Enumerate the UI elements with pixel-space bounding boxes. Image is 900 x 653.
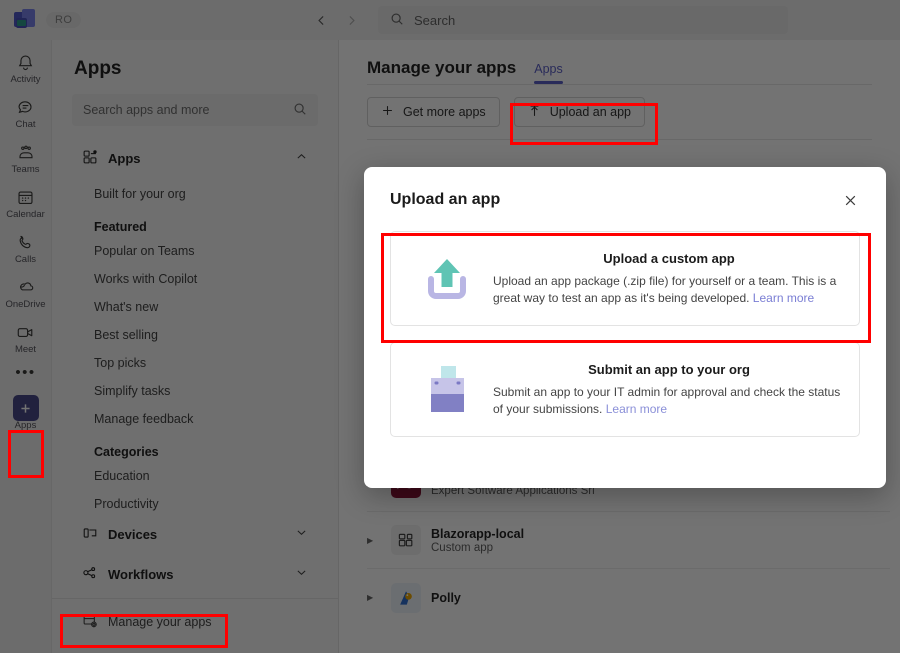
dialog-header: Upload an app bbox=[364, 167, 886, 213]
screen-root: RO Search bbox=[0, 0, 900, 653]
card-text: Submit an app to your org Submit an app … bbox=[493, 362, 845, 418]
card-title: Submit an app to your org bbox=[588, 361, 750, 377]
submit-box-icon bbox=[401, 362, 493, 418]
dialog-body: Upload a custom app Upload an app packag… bbox=[364, 213, 886, 437]
card-title: Upload a custom app bbox=[603, 250, 735, 266]
card-text: Upload a custom app Upload an app packag… bbox=[493, 251, 845, 307]
upload-an-app-dialog: Upload an app Upload a custom app Upload… bbox=[364, 167, 886, 488]
dialog-title: Upload an app bbox=[390, 191, 501, 208]
upload-tray-icon bbox=[401, 253, 493, 305]
learn-more-link[interactable]: Learn more bbox=[606, 402, 667, 416]
close-icon[interactable] bbox=[839, 191, 862, 213]
learn-more-link[interactable]: Learn more bbox=[753, 291, 814, 305]
upload-custom-app-card[interactable]: Upload a custom app Upload an app packag… bbox=[390, 231, 860, 326]
submit-app-to-org-card[interactable]: Submit an app to your org Submit an app … bbox=[390, 342, 860, 437]
card-description: Upload an app package (.zip file) for yo… bbox=[493, 273, 845, 307]
card-description: Submit an app to your IT admin for appro… bbox=[493, 384, 845, 418]
